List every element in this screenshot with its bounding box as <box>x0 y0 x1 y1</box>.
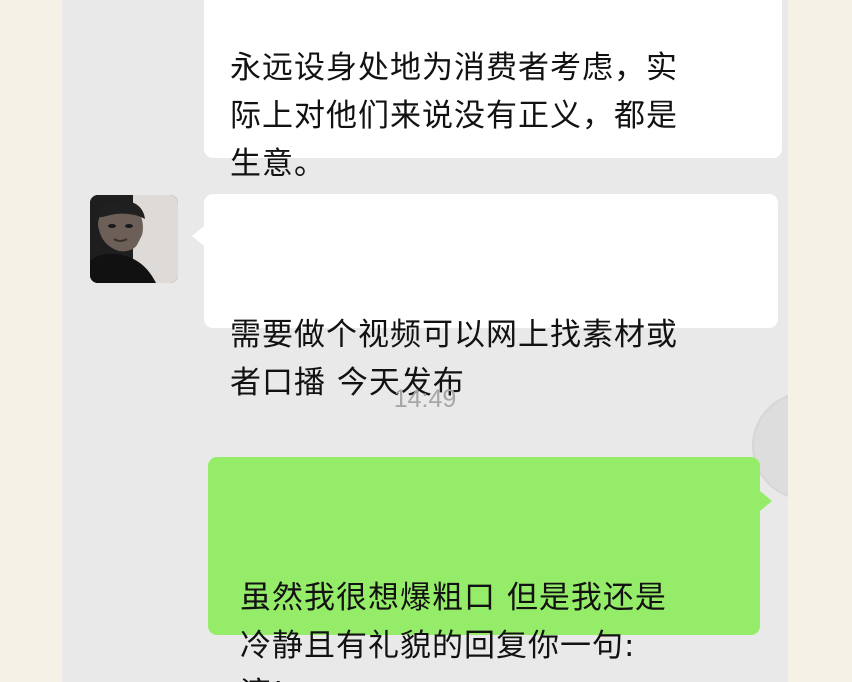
incoming-message-bubble[interactable]: 需要做个视频可以网上找素材或 者口播 今天发布 <box>192 194 778 401</box>
incoming-message-bubble[interactable]: 永远设身处地为消费者考虑，实 际上对他们来说没有正义，都是 生意。 <box>204 0 782 182</box>
person-photo-icon <box>90 195 178 283</box>
message-text: 虽然我很想爆粗口 但是我还是 冷静且有礼貌的回复你一句: 滚! <box>240 580 667 682</box>
contact-avatar[interactable] <box>90 195 178 283</box>
bubble-tail <box>192 226 204 246</box>
chat-panel: 永远设身处地为消费者考虑，实 际上对他们来说没有正义，都是 生意。 需要做个视频… <box>62 0 788 682</box>
bubble-tail <box>760 491 772 511</box>
message-timestamp: 14:49 <box>393 385 457 413</box>
screen-margin-right <box>788 0 852 682</box>
message-text: 永远设身处地为消费者考虑，实 际上对他们来说没有正义，都是 生意。 <box>230 50 678 182</box>
outgoing-message-bubble[interactable]: 虽然我很想爆粗口 但是我还是 冷静且有礼貌的回复你一句: 滚! <box>208 457 772 682</box>
